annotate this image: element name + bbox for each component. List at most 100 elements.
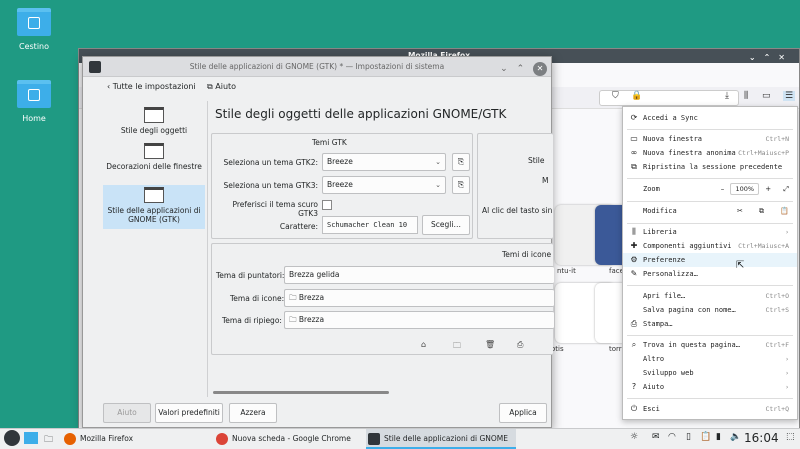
menu-item-new-window[interactable]: ▭ Nuova finestra Ctrl+N xyxy=(623,132,797,146)
device-icon[interactable]: ▯ xyxy=(686,432,691,442)
minimize-button[interactable]: ⌄ xyxy=(500,64,508,74)
gear-icon: ⚙ xyxy=(630,255,638,264)
back-button[interactable]: ‹ Tutte le impostazioni xyxy=(107,82,196,91)
new-window-icon: ▭ xyxy=(630,134,638,143)
zoom-out-button[interactable]: – xyxy=(721,185,725,193)
trash-icon xyxy=(17,8,51,36)
dark-theme-label: Preferisci il tema scuro GTK3 xyxy=(232,200,318,218)
taskbar-item-chrome[interactable]: Nuova scheda - Google Chrome xyxy=(214,429,364,449)
mouse-cursor-icon: ⇱ xyxy=(736,260,745,271)
gtk2-theme-select[interactable]: Breeze ⌄ xyxy=(322,153,446,171)
shield-icon[interactable]: ⛉ xyxy=(612,91,619,101)
dark-theme-checkbox[interactable] xyxy=(322,200,332,210)
menu-item-find[interactable]: ⌕ Trova in questa pagina… Ctrl+F xyxy=(623,338,797,352)
battery-icon[interactable]: ▮ xyxy=(716,432,721,442)
gtk3-theme-select[interactable]: Breeze ⌄ xyxy=(322,176,446,194)
sidebar-item-window-decorations[interactable]: Decorazioni delle finestre xyxy=(103,141,205,183)
taskbar-item-settings[interactable]: Stile delle applicazioni di GNOME (... xyxy=(366,429,516,449)
wifi-icon[interactable]: ◠ xyxy=(668,432,676,442)
settings-app-icon xyxy=(89,61,101,73)
lock-icon[interactable]: 🔒 xyxy=(631,91,642,101)
menu-item-help[interactable]: ? Aiuto › xyxy=(623,380,797,394)
group-title: Temi di icone xyxy=(502,250,552,259)
cursor-theme-label: Tema di puntatori: xyxy=(216,271,285,280)
sidebar-item-widget-style[interactable]: Stile degli oggetti xyxy=(103,105,205,141)
menu-item-quit[interactable]: ⏻ Esci Ctrl+Q xyxy=(623,402,797,416)
sidebar-item-gtk-style[interactable]: Stile delle applicazioni di GNOME (GTK) xyxy=(103,185,205,229)
close-button[interactable]: ✕ xyxy=(533,62,547,76)
preview-icon: ⎘ xyxy=(457,157,465,166)
trash-icon[interactable]: 🗑 xyxy=(485,340,495,349)
tile-label: ntu-it xyxy=(557,267,576,275)
private-window-icon: ∞ xyxy=(630,148,638,157)
zoom-reset-button[interactable]: 100% xyxy=(730,183,760,195)
file-manager-icon[interactable]: 🗀 xyxy=(44,432,53,448)
gtk2-preview-button[interactable]: ⎘ xyxy=(452,153,470,171)
clipboard-icon[interactable]: 📋 xyxy=(700,432,711,442)
folder-icon[interactable]: 🗀 xyxy=(453,340,461,354)
apply-button[interactable]: Applica xyxy=(499,403,547,423)
desktop-icon-home[interactable]: Home xyxy=(4,80,64,123)
menu-item-save-page[interactable]: Salva pagina con nome… Ctrl+S xyxy=(623,303,797,317)
menu-item-library[interactable]: ⫼ Libreria › xyxy=(623,225,797,239)
fallback-theme-select[interactable]: 🗀 Brezza xyxy=(284,311,554,329)
library-icon[interactable]: ⫼ xyxy=(744,91,748,101)
group-title: Temi GTK xyxy=(312,138,347,147)
menu-item-customize[interactable]: ✎ Personalizza… xyxy=(623,267,797,281)
print-icon[interactable]: ⎙ xyxy=(517,340,523,350)
reset-button[interactable]: Azzera xyxy=(229,403,277,423)
menu-item-sync[interactable]: ⟳ Accedi a Sync xyxy=(623,111,797,125)
cursor-theme-select[interactable]: Brezza gelida xyxy=(284,266,554,284)
menu-item-more[interactable]: Altro › xyxy=(623,352,797,366)
menu-item-addons[interactable]: ✚ Componenti aggiuntivi Ctrl+Maiusc+A xyxy=(623,239,797,253)
desktop-switcher-icon[interactable] xyxy=(24,432,38,444)
firefox-app-menu: ⟳ Accedi a Sync ▭ Nuova finestra Ctrl+N ∞ Nu… xyxy=(622,106,798,420)
help-button[interactable]: ⧉ Aiuto xyxy=(207,82,236,92)
sidebar-icon[interactable]: ▭ xyxy=(762,91,771,101)
menu-item-edit: Modifica ✂ ⧉ 📋 xyxy=(623,204,797,218)
desktop-icon-trash[interactable]: Cestino xyxy=(4,8,64,51)
home-icon[interactable]: ⌂ xyxy=(421,340,426,349)
brush-icon: ✎ xyxy=(630,269,638,278)
menu-item-preferences[interactable]: ⚙ Preferenze xyxy=(623,253,797,267)
settings-navbar: ‹ Tutte le impostazioni ⧉ Aiuto xyxy=(83,77,553,99)
menu-item-restore-session[interactable]: ⧉ Ripristina la sessione precedente xyxy=(623,160,797,174)
fullscreen-icon[interactable]: ⤢ xyxy=(783,185,789,193)
settings-sidebar: Stile degli oggetti Decorazioni delle fi… xyxy=(103,105,205,395)
menu-item-open-file[interactable]: Apri file… Ctrl+O xyxy=(623,289,797,303)
menu-item-private-window[interactable]: ∞ Nuova finestra anonima Ctrl+Maiusc+P xyxy=(623,146,797,160)
app-launcher-icon[interactable] xyxy=(4,430,20,446)
gtk-options-group: Stile M Al clic del tasto sin xyxy=(477,133,553,239)
taskbar: 🗀 Mozilla Firefox Nuova scheda - Google … xyxy=(0,428,800,449)
zoom-controls: – 100% + ⤢ xyxy=(721,182,789,196)
defaults-button[interactable]: Valori predefiniti xyxy=(155,403,223,423)
zoom-in-button[interactable]: + xyxy=(765,185,771,193)
font-field[interactable]: Schumacher Clean 10 xyxy=(322,216,418,234)
paste-icon[interactable]: 📋 xyxy=(780,207,789,215)
taskbar-item-firefox[interactable]: Mozilla Firefox xyxy=(62,429,210,449)
horizontal-scrollbar[interactable] xyxy=(213,391,389,394)
cut-icon[interactable]: ✂ xyxy=(737,207,743,215)
menu-item-web-dev[interactable]: Sviluppo web › xyxy=(623,366,797,380)
download-icon[interactable]: ⤓ xyxy=(725,91,729,101)
system-settings-window: Stile delle applicazioni di GNOME (GTK) … xyxy=(82,56,554,428)
icon-theme-select[interactable]: 🗀 Brezza xyxy=(284,289,554,307)
show-desktop-icon[interactable]: ⬚ xyxy=(786,432,795,442)
mail-icon[interactable]: ✉ xyxy=(652,432,660,442)
menu-item-zoom: Zoom – 100% + ⤢ xyxy=(623,182,797,196)
search-icon: ⌕ xyxy=(631,340,637,349)
weather-icon[interactable]: ☼ xyxy=(630,432,638,442)
clock[interactable]: 16:04 xyxy=(744,431,779,445)
firefox-window-controls[interactable]: ⌄⌃✕ xyxy=(749,51,793,65)
choose-font-button[interactable]: Scegli… xyxy=(422,215,470,235)
hamburger-menu-icon[interactable]: ☰ xyxy=(783,91,796,101)
copy-icon[interactable]: ⧉ xyxy=(759,207,764,215)
volume-icon[interactable]: 🔈 xyxy=(730,432,741,442)
url-bar[interactable] xyxy=(599,90,739,106)
gtk3-preview-button[interactable]: ⎘ xyxy=(452,176,470,194)
help-dialog-button[interactable]: Aiuto xyxy=(103,403,151,423)
maximize-button[interactable]: ⌃ xyxy=(517,64,525,74)
menu-item-print[interactable]: ⎙ Stampa… xyxy=(623,317,797,331)
chevron-down-icon: ⌄ xyxy=(435,181,441,189)
gtk2-label: Seleziona un tema GTK2: xyxy=(223,158,319,167)
